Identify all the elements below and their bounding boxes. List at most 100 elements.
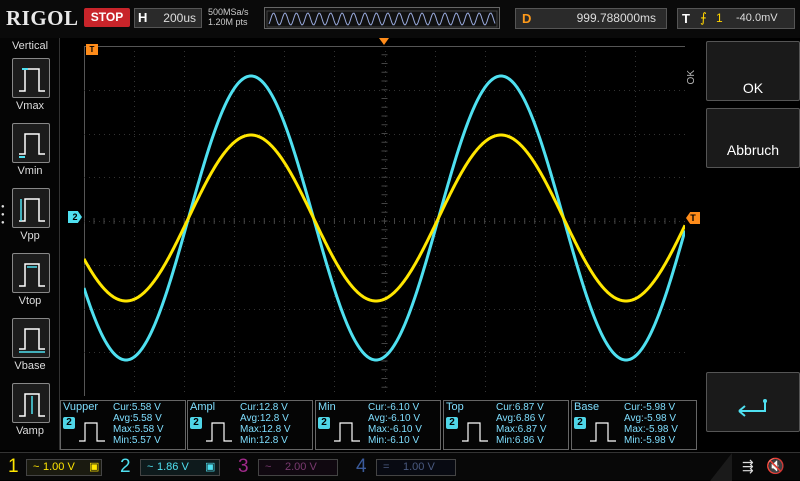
measurement-pulse-icon <box>206 422 232 442</box>
run-stop-indicator[interactable]: STOP <box>84 8 130 27</box>
measurement-cur: Cur:5.58 V <box>113 402 161 413</box>
measurement-avg: Avg:6.86 V <box>496 413 545 424</box>
vmax-label: Vmax <box>15 100 45 112</box>
ch1-coupling-icon: ~ <box>33 461 40 473</box>
measurement-cur: Cur:-6.10 V <box>368 402 420 413</box>
usb-icon: ⇶ <box>742 458 754 474</box>
measurement-name: Top <box>446 401 464 413</box>
enter-button[interactable] <box>706 372 800 432</box>
vertical-measure-menu: Vertical ● ● ● Vmax Vmin Vpp Vtop Vbase Va… <box>0 38 60 450</box>
vmin-button[interactable] <box>12 123 50 163</box>
ch1-scale-box[interactable]: ~ 1.00 V ▣ <box>26 459 102 476</box>
speaker-muted-icon[interactable]: 🔇 <box>766 457 785 475</box>
measurement-avg: Avg:5.58 V <box>113 413 162 424</box>
vtop-label: Vtop <box>18 295 42 307</box>
ok-side-label: OK <box>686 70 697 85</box>
ch1-bw-icon: ▣ <box>89 461 100 473</box>
ok-button-label: OK <box>742 80 764 96</box>
measurement-pulse-icon <box>590 422 616 442</box>
page-dots-icon: ● ● ● <box>1 204 5 226</box>
trigger-box[interactable]: T ⨍ 1 -40.0mV <box>677 8 795 29</box>
cancel-button[interactable]: Abbruch <box>706 108 800 168</box>
measurement-cur: Cur:6.87 V <box>496 402 544 413</box>
vbase-button[interactable] <box>12 318 50 358</box>
trigger-label: T <box>682 11 690 26</box>
vamp-icon <box>19 393 45 417</box>
vamp-label: Vamp <box>16 425 44 437</box>
measurement-channel-badge: 2 <box>63 417 75 429</box>
sample-rate: 500MSa/s <box>208 7 249 17</box>
trigger-source: 1 <box>716 11 723 25</box>
ch1-number[interactable]: 1 <box>8 456 19 478</box>
measurement-name: Min <box>318 401 336 413</box>
measurement-panel-top[interactable]: Top 2 Cur:6.87 V Avg:6.86 V Max:6.87 V Min:6.… <box>443 400 569 450</box>
softkey-panel: OK OK Abbruch <box>686 38 800 450</box>
ok-button[interactable]: OK <box>706 41 800 101</box>
enter-icon <box>738 399 767 417</box>
measurement-panel-base[interactable]: Base 2 Cur:-5.98 V Avg:-5.98 V Max:-5.98 V Mi… <box>571 400 697 450</box>
measurement-avg: Avg:-5.98 V <box>624 413 677 424</box>
measurement-channel-badge: 2 <box>318 417 330 429</box>
ch3-coupling-icon: ~ <box>265 461 272 473</box>
measurement-max: Max:6.87 V <box>496 424 547 435</box>
top-status-bar: RIGOL STOP H 200us 500MSa/s 1.20M pts D … <box>0 0 800 38</box>
rigol-logo: RIGOL <box>6 6 79 30</box>
measurement-channel-badge: 2 <box>190 417 202 429</box>
ch2-ground-marker[interactable]: 2 <box>68 211 82 223</box>
measurement-min: Min:6.86 V <box>496 435 544 446</box>
measurement-max: Max:-6.10 V <box>368 424 422 435</box>
vpp-button[interactable] <box>12 188 50 228</box>
ch2-coupling-icon: ~ <box>147 461 154 473</box>
delay-box[interactable]: D 999.788000ms <box>515 8 667 29</box>
ch4-coupling-icon: = <box>383 461 390 473</box>
timebase-box[interactable]: H 200us <box>134 8 202 28</box>
vmax-button[interactable] <box>12 58 50 98</box>
channel-status-bar: 1 ~ 1.00 V ▣ 2 ~ 1.86 V ▣ 3 ~ 2.00 V 4 =… <box>0 452 800 481</box>
vmax-icon <box>19 68 45 92</box>
measurement-panel-vupper[interactable]: Vupper 2 Cur:5.58 V Avg:5.58 V Max:5.58 V Min… <box>60 400 186 450</box>
delay-value: 999.788000ms <box>576 11 656 25</box>
measurement-name: Ampl <box>190 401 216 413</box>
measurement-avg: Avg:-6.10 V <box>368 413 421 424</box>
measurement-cur: Cur:-5.98 V <box>624 402 676 413</box>
measurement-max: Max:5.58 V <box>113 424 164 435</box>
ch2-scale-box[interactable]: ~ 1.86 V ▣ <box>140 459 220 476</box>
measurement-max: Max:12.8 V <box>240 424 291 435</box>
vpp-label: Vpp <box>20 230 40 242</box>
vbase-icon <box>19 328 45 353</box>
measurement-panel-ampl[interactable]: Ampl 2 Cur:12.8 V Avg:12.8 V Max:12.8 V Min:1… <box>187 400 313 450</box>
measurement-channel-badge: 2 <box>574 417 586 429</box>
ch4-number[interactable]: 4 <box>356 456 367 478</box>
memory-overview-strip[interactable] <box>264 7 655 29</box>
measurement-name: Base <box>574 401 600 413</box>
measurement-min: Min:-6.10 V <box>368 435 420 446</box>
trigger-slope-icon: ⨍ <box>700 10 707 25</box>
menu-title: Vertical <box>11 40 49 52</box>
measurement-pulse-icon <box>79 422 105 442</box>
ch4-scale: 1.00 V <box>403 461 435 473</box>
measurement-panel-min[interactable]: Min 2 Cur:-6.10 V Avg:-6.10 V Max:-6.10 V Min… <box>315 400 441 450</box>
measurement-channel-badge: 2 <box>446 417 458 429</box>
measurement-min: Min:-5.98 V <box>624 435 676 446</box>
corner-decoration <box>710 453 732 481</box>
ch4-scale-box[interactable]: = 1.00 V <box>376 459 456 476</box>
vbase-label: Vbase <box>14 360 46 372</box>
waveform-grid <box>82 45 687 397</box>
ch1-scale: 1.00 V <box>43 461 75 473</box>
trigger-level: -40.0mV <box>736 12 778 24</box>
ch3-scale: 2.00 V <box>285 461 317 473</box>
ch2-number[interactable]: 2 <box>120 456 131 478</box>
ch3-number[interactable]: 3 <box>238 456 249 478</box>
ch2-bw-icon: ▣ <box>205 461 216 473</box>
vamp-button[interactable] <box>12 383 50 423</box>
ch2-scale: 1.86 V <box>157 461 189 473</box>
measurement-name: Vupper <box>63 401 99 413</box>
acquisition-info: 500MSa/s 1.20M pts <box>208 7 249 27</box>
vtop-button[interactable] <box>12 253 50 293</box>
vmin-icon <box>19 133 45 158</box>
timebase-value: 200us <box>163 11 196 25</box>
ch3-scale-box[interactable]: ~ 2.00 V <box>258 459 338 476</box>
vmin-label: Vmin <box>17 165 43 177</box>
trigger-time-marker[interactable] <box>379 38 389 45</box>
waveform-display[interactable] <box>82 45 687 397</box>
